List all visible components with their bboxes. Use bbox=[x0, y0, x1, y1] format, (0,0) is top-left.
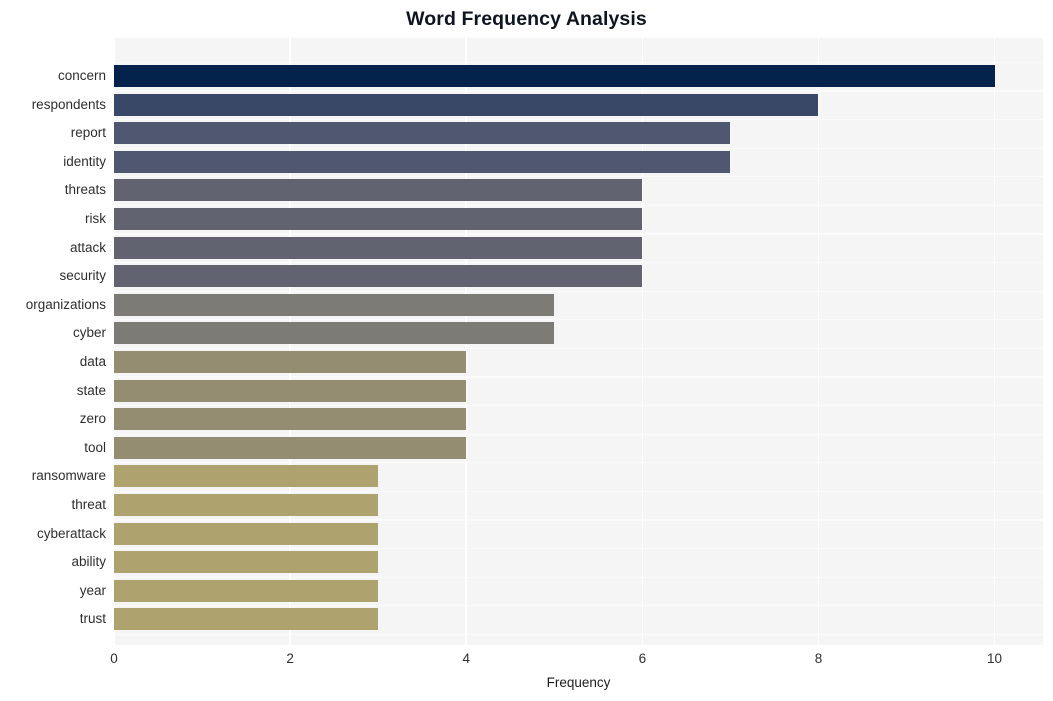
y-axis-tick-label: threats bbox=[64, 182, 106, 198]
x-axis-tick-label: 2 bbox=[286, 651, 294, 666]
horizontal-gridline bbox=[114, 176, 1043, 178]
y-axis-tick-label: concern bbox=[57, 68, 106, 83]
bar bbox=[114, 65, 995, 87]
page-title: Word Frequency Analysis bbox=[406, 8, 647, 30]
x-axis-tick-label: 4 bbox=[462, 651, 470, 666]
x-axis-tick-label: 10 bbox=[987, 651, 1003, 666]
y-axis-tick-label: tool bbox=[84, 439, 106, 455]
horizontal-gridline bbox=[114, 347, 1043, 350]
horizontal-gridline bbox=[114, 633, 1043, 636]
y-axis-tick-label: year bbox=[79, 582, 106, 598]
plot-area bbox=[114, 38, 1043, 645]
bar bbox=[114, 351, 467, 373]
horizontal-gridline bbox=[114, 490, 1043, 493]
y-axis-tick-label: identity bbox=[63, 153, 106, 169]
y-axis-tick-label: security bbox=[59, 268, 106, 284]
y-axis-tick-label: risk bbox=[85, 211, 106, 226]
y-axis-tick-label: zero bbox=[79, 411, 106, 427]
y-axis-tick-label: report bbox=[70, 125, 106, 141]
y-axis-tick-label: respondents bbox=[31, 96, 106, 112]
bar bbox=[114, 379, 467, 402]
bar bbox=[114, 551, 379, 574]
x-axis-tick-labels: 0 2 4 6 8 10 bbox=[0, 650, 1053, 676]
x-axis-tick-label: 0 bbox=[110, 651, 118, 666]
x-axis-tick-label: 6 bbox=[638, 651, 647, 666]
y-axis-tick-label: trust bbox=[79, 611, 106, 627]
horizontal-gridline bbox=[114, 605, 1043, 607]
bar bbox=[114, 608, 379, 631]
bar bbox=[114, 465, 379, 488]
horizontal-gridline bbox=[114, 576, 1043, 578]
y-axis-tick-label: organizations bbox=[25, 296, 106, 312]
bar bbox=[114, 436, 467, 459]
x-axis-label: Frequency bbox=[546, 675, 611, 690]
y-axis-tick-label: threat bbox=[71, 497, 106, 512]
horizontal-gridline bbox=[114, 261, 1043, 264]
bar bbox=[114, 179, 643, 202]
y-axis-tick-label: ransomware bbox=[31, 468, 106, 484]
horizontal-gridline bbox=[114, 118, 1043, 121]
horizontal-gridline bbox=[114, 147, 1043, 149]
horizontal-gridline bbox=[114, 233, 1043, 235]
horizontal-gridline bbox=[114, 90, 1043, 92]
horizontal-gridline bbox=[114, 519, 1043, 521]
bar bbox=[114, 150, 731, 173]
y-axis-tick-labels: concern respondents report identity threats r… bbox=[0, 38, 106, 645]
bar bbox=[114, 293, 555, 316]
horizontal-gridline bbox=[114, 319, 1043, 321]
x-axis-tick-label: 8 bbox=[814, 651, 823, 666]
chart-figure: Word Frequency Analysis concern responden… bbox=[0, 0, 1053, 701]
vertical-gridline bbox=[993, 38, 996, 645]
bar bbox=[114, 93, 819, 116]
y-axis-tick-label: ability bbox=[71, 554, 106, 570]
horizontal-gridline bbox=[114, 404, 1043, 407]
horizontal-gridline bbox=[114, 547, 1043, 550]
bar bbox=[114, 494, 379, 516]
bar bbox=[114, 122, 731, 145]
bar bbox=[114, 579, 379, 602]
bar bbox=[114, 322, 555, 345]
horizontal-gridline bbox=[114, 61, 1043, 64]
y-axis-tick-label: cyberattack bbox=[36, 525, 106, 541]
bar bbox=[114, 522, 379, 545]
horizontal-gridline bbox=[114, 376, 1043, 378]
y-axis-tick-label: state bbox=[76, 382, 106, 398]
horizontal-gridline bbox=[114, 433, 1043, 435]
horizontal-gridline bbox=[114, 204, 1043, 207]
y-axis-tick-label: data bbox=[79, 354, 106, 369]
y-axis-tick-label: cyber bbox=[72, 325, 106, 341]
vertical-gridline bbox=[817, 38, 820, 645]
horizontal-gridline bbox=[114, 290, 1043, 292]
bar bbox=[114, 236, 643, 259]
bar bbox=[114, 208, 643, 230]
y-axis-tick-label: attack bbox=[69, 239, 106, 255]
horizontal-gridline bbox=[114, 462, 1043, 464]
bar bbox=[114, 265, 643, 288]
bar bbox=[114, 408, 467, 431]
